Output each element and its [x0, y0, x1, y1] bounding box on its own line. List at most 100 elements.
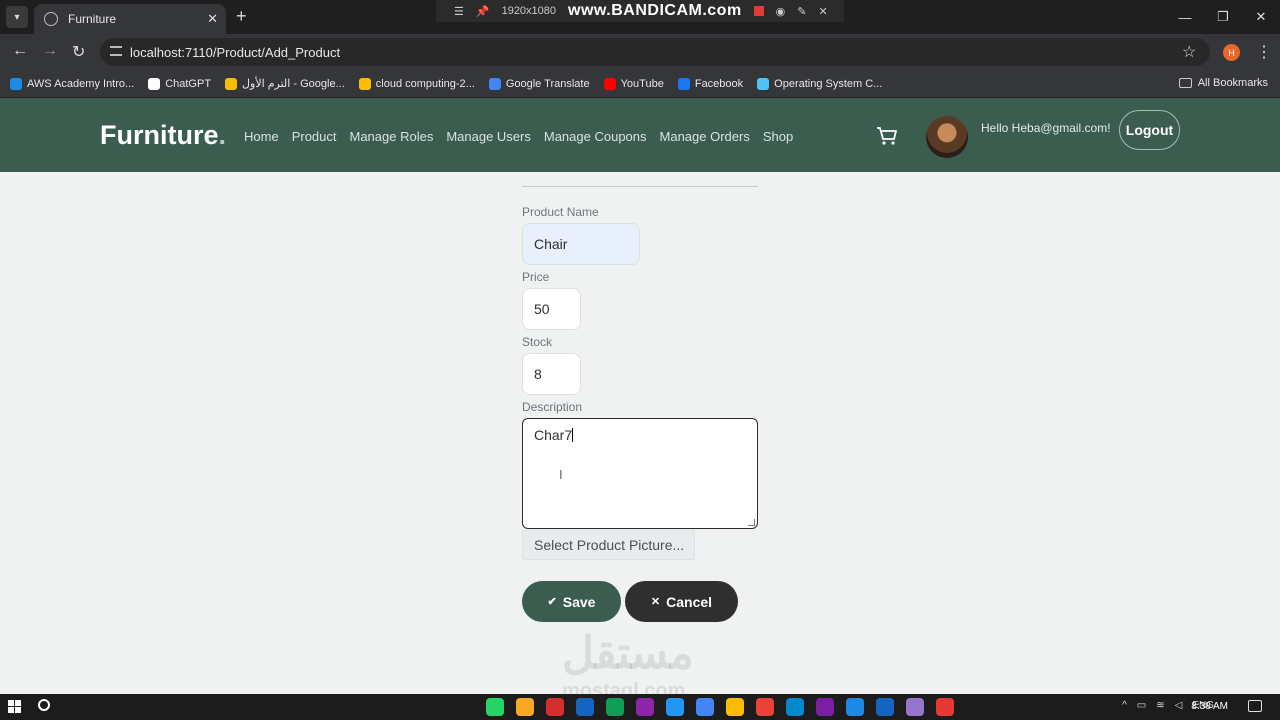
text-cursor-icon: I [559, 467, 563, 482]
bookmark-favicon-icon [225, 77, 238, 90]
taskbar-app-icon[interactable] [756, 698, 774, 716]
taskbar-clock[interactable]: 8:38 AM [1191, 701, 1228, 712]
taskbar-app-icon[interactable] [546, 698, 564, 716]
bookmark-favicon-icon [148, 77, 161, 90]
x-icon: ✕ [650, 596, 661, 608]
chevron-up-icon[interactable]: ^ [1122, 700, 1127, 711]
bookmark-label: Google Translate [505, 77, 590, 90]
cancel-label: Cancel [666, 593, 713, 610]
taskbar-app-icon[interactable] [816, 698, 834, 716]
nav-link-manage-coupons[interactable]: Manage Coupons [544, 129, 647, 144]
bookmark-item[interactable]: Facebook [677, 77, 743, 90]
save-button[interactable]: ✔ Save [522, 581, 621, 622]
check-icon: ✔ [547, 596, 557, 608]
bookmark-item[interactable]: cloud computing-2... [358, 77, 475, 90]
nav-link-home[interactable]: Home [244, 129, 279, 144]
forward-arrow-icon[interactable]: → [42, 42, 58, 60]
select-picture-button[interactable]: Select Product Picture... [522, 530, 695, 560]
cancel-button[interactable]: ✕ Cancel [625, 581, 738, 622]
nav-link-shop[interactable]: Shop [763, 129, 793, 144]
taskbar-app-icon[interactable] [576, 698, 594, 716]
bookmark-item[interactable]: Operating System C... [757, 77, 883, 90]
profile-avatar[interactable]: H [1223, 44, 1240, 61]
taskbar-app-icon[interactable] [696, 698, 714, 716]
bookmark-item[interactable]: الترم الأول - Google... [225, 77, 345, 90]
windows-start-icon[interactable] [8, 700, 21, 713]
minimize-icon[interactable]: — [1166, 0, 1204, 34]
brand-dot: . [218, 120, 227, 150]
price-input[interactable]: 50 [522, 288, 581, 330]
tab-search-button[interactable]: ▾ [6, 6, 28, 28]
volume-icon[interactable]: ◁ [1175, 700, 1183, 711]
menu-icon[interactable]: ☰ [454, 5, 464, 18]
window-controls: — ❐ ✕ [1166, 0, 1280, 34]
taskbar-app-icon[interactable] [606, 698, 624, 716]
bookmarks-bar: AWS Academy Intro... ChatGPT الترم الأول -… [0, 70, 1280, 98]
url-text: localhost:7110/Product/Add_Product [130, 44, 341, 60]
recorder-brand: www.BANDICAM.com [568, 2, 742, 19]
taskbar-app-icon[interactable] [726, 698, 744, 716]
nav-link-manage-orders[interactable]: Manage Orders [660, 129, 750, 144]
taskbar-app-icon[interactable] [786, 698, 804, 716]
bookmark-favicon-icon [10, 77, 22, 90]
save-label: Save [562, 593, 596, 610]
user-avatar[interactable] [926, 116, 968, 158]
resize-handle[interactable] [748, 519, 755, 526]
stock-label: Stock [522, 335, 553, 349]
taskbar-app-icon[interactable] [516, 698, 534, 716]
close-icon[interactable]: ✕ [207, 11, 218, 27]
camera-icon[interactable]: ◉ [776, 5, 786, 18]
bookmark-label: AWS Academy Intro... [27, 77, 135, 90]
notification-icon[interactable] [1248, 700, 1262, 712]
battery-icon[interactable]: ▭ [1137, 700, 1146, 711]
recorder-overlay: ☰ 📌 1920x1080 www.BANDICAM.com ◉ ✎ ✕ [436, 0, 844, 22]
taskbar-app-icon[interactable] [846, 698, 864, 716]
bookmark-favicon-icon [603, 77, 616, 90]
all-bookmarks-label: All Bookmarks [1197, 77, 1268, 89]
bookmark-item[interactable]: YouTube [603, 77, 664, 90]
taskbar-app-icon[interactable] [936, 698, 954, 716]
restore-icon[interactable]: ❐ [1204, 0, 1242, 34]
all-bookmarks-button[interactable]: All Bookmarks [1178, 77, 1268, 89]
taskbar-app-icon[interactable] [666, 698, 684, 716]
globe-icon [44, 12, 58, 26]
stock-input[interactable]: 8 [522, 353, 581, 395]
pin-icon[interactable]: 📌 [476, 5, 490, 18]
taskbar-app-icon[interactable] [636, 698, 654, 716]
nav-link-manage-roles[interactable]: Manage Roles [350, 129, 434, 144]
price-label: Price [522, 270, 550, 284]
record-icon[interactable] [753, 6, 764, 16]
logout-button[interactable]: Logout [1119, 110, 1180, 150]
close-icon[interactable]: ✕ [819, 5, 828, 18]
site-info-icon[interactable] [110, 46, 122, 56]
browser-tab[interactable]: Furniture ✕ [34, 4, 226, 34]
bookmark-item[interactable]: Google Translate [488, 77, 590, 90]
nav-link-product[interactable]: Product [292, 129, 337, 144]
more-menu-icon[interactable]: ⋮ [1256, 42, 1272, 62]
taskbar-app-icon[interactable] [486, 698, 504, 716]
back-arrow-icon[interactable]: ← [12, 42, 28, 60]
product-name-input[interactable]: Chair [522, 223, 640, 265]
search-icon[interactable] [38, 699, 50, 711]
taskbar-app-icon[interactable] [906, 698, 924, 716]
nav-link-manage-users[interactable]: Manage Users [446, 129, 531, 144]
wifi-icon[interactable]: ≋ [1156, 700, 1164, 711]
reload-icon[interactable]: ↻ [72, 42, 85, 62]
taskbar-app-icon[interactable] [876, 698, 894, 716]
bookmark-item[interactable]: ChatGPT [148, 77, 211, 90]
cart-icon[interactable] [876, 126, 898, 146]
bookmark-item[interactable]: AWS Academy Intro... [10, 77, 135, 90]
nav-links: Home Product Manage Roles Manage Users Manag… [244, 129, 793, 144]
recorder-resolution: 1920x1080 [501, 5, 557, 17]
description-textarea[interactable]: Char7 [522, 418, 758, 529]
bookmark-label: Operating System C... [774, 77, 883, 90]
new-tab-button[interactable]: + [236, 6, 247, 27]
bookmark-label: cloud computing-2... [375, 77, 475, 90]
url-input[interactable]: localhost:7110/Product/Add_Product [100, 38, 1210, 66]
windows-taskbar: ^ ▭ ≋ ◁ ENG 8:38 AM [0, 694, 1280, 720]
bookmark-label: YouTube [620, 77, 664, 90]
star-icon[interactable]: ☆ [1182, 42, 1196, 62]
pencil-icon[interactable]: ✎ [797, 5, 806, 18]
site-brand[interactable]: Furniture. [100, 120, 226, 151]
close-window-icon[interactable]: ✕ [1242, 0, 1280, 34]
